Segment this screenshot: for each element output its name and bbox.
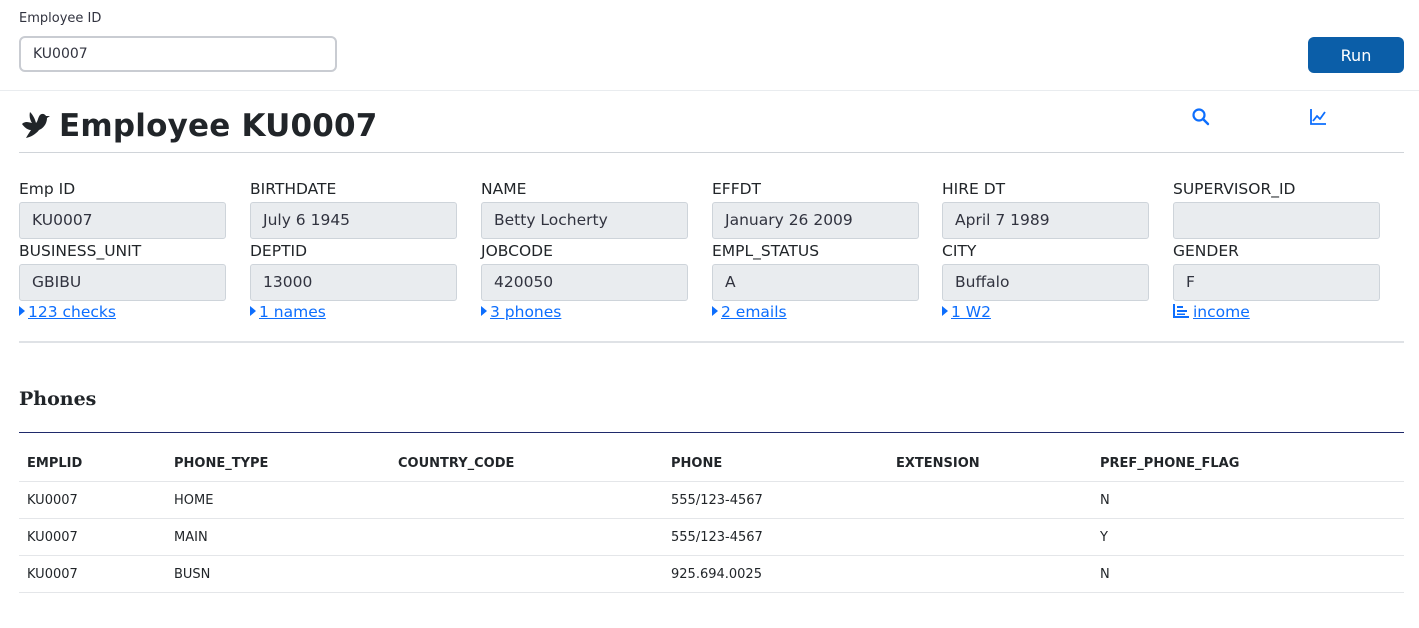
field-label: EMPL_STATUS — [712, 242, 820, 260]
field-value: 420050 — [481, 264, 688, 301]
employee-id-input[interactable] — [19, 36, 337, 72]
link-label: 123 checks — [28, 303, 116, 321]
table-row: KU0007 HOME 555/123-4567 N — [19, 481, 1404, 519]
column-header: EXTENSION — [888, 445, 1092, 482]
field-supervisor-id: SUPERVISOR_ID — [1173, 178, 1380, 239]
field-value: KU0007 — [19, 202, 226, 239]
caret-right-icon — [942, 306, 948, 316]
names-link[interactable]: 1 names — [250, 303, 326, 321]
column-header: PHONE — [663, 445, 888, 482]
column-header: COUNTRY_CODE — [390, 445, 663, 482]
link-label: income — [1193, 303, 1250, 321]
table-header-row: EMPLID PHONE_TYPE COUNTRY_CODE PHONE EXT… — [19, 445, 1404, 482]
table-cell: KU0007 — [19, 481, 166, 519]
field-birthdate: BIRTHDATE July 6 1945 — [250, 178, 457, 239]
field-city: CITY Buffalo — [942, 240, 1149, 301]
column-header: PHONE_TYPE — [166, 445, 390, 482]
caret-right-icon — [19, 306, 25, 316]
table-cell: KU0007 — [19, 555, 166, 593]
search-icon[interactable] — [1191, 107, 1211, 127]
field-value: July 6 1945 — [250, 202, 457, 239]
field-gender: GENDER F — [1173, 240, 1380, 301]
table-cell — [390, 555, 663, 593]
field-label: DEPTID — [250, 242, 308, 260]
field-effdt: EFFDT January 26 2009 — [712, 178, 919, 239]
table-cell: KU0007 — [19, 518, 166, 556]
employee-id-label: Employee ID — [19, 11, 102, 26]
phones-title-rule — [19, 432, 1404, 433]
column-header: PREF_PHONE_FLAG — [1092, 445, 1404, 482]
caret-right-icon — [712, 306, 718, 316]
field-value: F — [1173, 264, 1380, 301]
field-value: Betty Locherty — [481, 202, 688, 239]
table-cell — [888, 481, 1092, 519]
table-cell: Y — [1092, 518, 1404, 556]
field-value: GBIBU — [19, 264, 226, 301]
table-cell: N — [1092, 555, 1404, 593]
table-cell: N — [1092, 481, 1404, 519]
w2-link[interactable]: 1 W2 — [942, 303, 991, 321]
link-label: 2 emails — [721, 303, 787, 321]
query-bar: Employee ID Run — [0, 0, 1419, 91]
table-cell — [390, 518, 663, 556]
emails-link[interactable]: 2 emails — [712, 303, 787, 321]
field-label: CITY — [942, 242, 977, 260]
title-divider — [19, 152, 1404, 153]
table-row: KU0007 BUSN 925.694.0025 N — [19, 555, 1404, 593]
field-jobcode: JOBCODE 420050 — [481, 240, 688, 301]
caret-right-icon — [250, 306, 256, 316]
phones-table: EMPLID PHONE_TYPE COUNTRY_CODE PHONE EXT… — [19, 445, 1404, 593]
field-name: NAME Betty Locherty — [481, 178, 688, 239]
field-empl-status: EMPL_STATUS A — [712, 240, 919, 301]
field-emp-id: Emp ID KU0007 — [19, 178, 226, 239]
table-cell — [888, 555, 1092, 593]
page-title: Employee KU0007 — [59, 108, 378, 144]
phones-link[interactable]: 3 phones — [481, 303, 561, 321]
field-value: Buffalo — [942, 264, 1149, 301]
bar-chart-icon — [1173, 304, 1189, 318]
field-deptid: DEPTID 13000 — [250, 240, 457, 301]
field-label: SUPERVISOR_ID — [1173, 180, 1296, 198]
caret-right-icon — [481, 306, 487, 316]
field-value: January 26 2009 — [712, 202, 919, 239]
field-value: April 7 1989 — [942, 202, 1149, 239]
table-cell: 555/123-4567 — [663, 518, 888, 556]
bird-icon — [22, 112, 50, 138]
field-label: HIRE DT — [942, 180, 1006, 198]
field-label: JOBCODE — [481, 242, 553, 260]
field-label: Emp ID — [19, 180, 76, 198]
field-label: GENDER — [1173, 242, 1239, 260]
table-cell — [888, 518, 1092, 556]
chart-line-icon[interactable] — [1308, 107, 1328, 127]
income-link[interactable]: income — [1173, 303, 1250, 321]
field-value: A — [712, 264, 919, 301]
page-header: Employee KU0007 — [19, 104, 378, 148]
field-hire-dt: HIRE DT April 7 1989 — [942, 178, 1149, 239]
section-divider — [19, 341, 1404, 343]
run-button[interactable]: Run — [1308, 37, 1404, 73]
link-label: 1 W2 — [951, 303, 991, 321]
table-cell: 925.694.0025 — [663, 555, 888, 593]
table-cell — [390, 481, 663, 519]
field-label: EFFDT — [712, 180, 762, 198]
table-cell: BUSN — [166, 555, 390, 593]
phones-section-title: Phones — [19, 388, 97, 410]
column-header: EMPLID — [19, 445, 166, 482]
table-row: KU0007 MAIN 555/123-4567 Y — [19, 518, 1404, 556]
field-label: BUSINESS_UNIT — [19, 242, 142, 260]
field-value: 13000 — [250, 264, 457, 301]
table-cell: MAIN — [166, 518, 390, 556]
link-label: 3 phones — [490, 303, 562, 321]
table-cell: HOME — [166, 481, 390, 519]
field-label: NAME — [481, 180, 527, 198]
field-business-unit: BUSINESS_UNIT GBIBU — [19, 240, 226, 301]
field-value — [1173, 202, 1380, 239]
table-cell: 555/123-4567 — [663, 481, 888, 519]
field-label: BIRTHDATE — [250, 180, 337, 198]
checks-link[interactable]: 123 checks — [19, 303, 116, 321]
link-label: 1 names — [259, 303, 326, 321]
